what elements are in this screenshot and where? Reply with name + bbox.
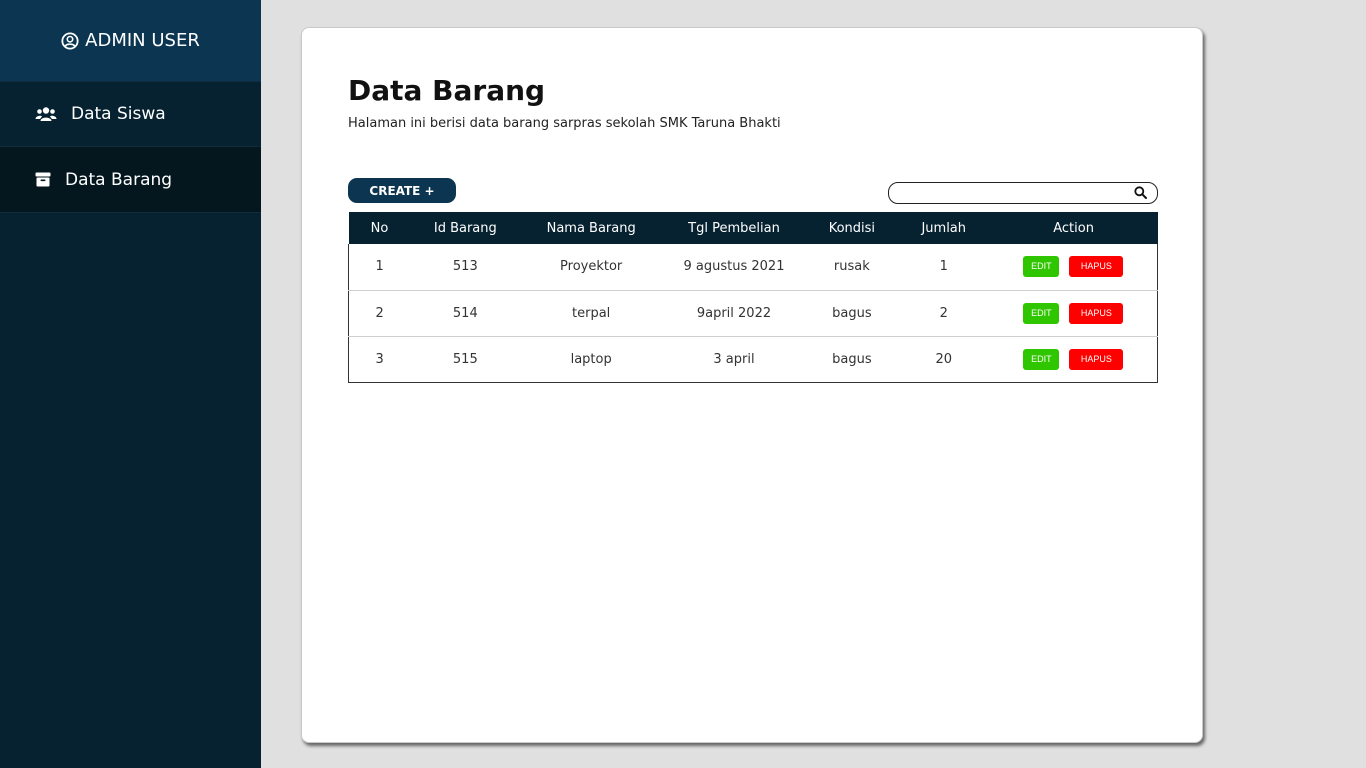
cell-tgl-pembelian: 9 agustus 2021 <box>662 244 806 291</box>
cell-kondisi: rusak <box>805 244 898 291</box>
cell-no: 3 <box>348 336 411 383</box>
table-row: 2 514 terpal 9april 2022 bagus 2 EDIT HAP… <box>348 290 1158 337</box>
col-header-kondisi: Kondisi <box>805 212 898 244</box>
sidebar: ADMIN USER Data Siswa Data Barang <box>0 0 261 768</box>
sidebar-item-data-barang[interactable]: Data Barang <box>0 147 261 213</box>
edit-button[interactable]: EDIT <box>1023 348 1060 370</box>
search-input[interactable] <box>899 185 1125 201</box>
col-header-no: No <box>348 212 411 244</box>
col-header-nama-barang: Nama Barang <box>520 212 663 244</box>
cell-action: EDIT HAPUS <box>989 336 1158 383</box>
cell-action: EDIT HAPUS <box>989 244 1158 291</box>
hapus-button[interactable]: HAPUS <box>1069 348 1124 370</box>
page-subtitle: Halaman ini berisi data barang sarpras s… <box>348 116 781 131</box>
cell-id-barang: 514 <box>410 290 521 337</box>
search-icon[interactable] <box>1134 186 1147 199</box>
sidebar-item-data-siswa[interactable]: Data Siswa <box>0 81 261 147</box>
cell-id-barang: 515 <box>410 336 521 383</box>
col-header-id-barang: Id Barang <box>410 212 521 244</box>
cell-jumlah: 1 <box>897 244 990 291</box>
table-header-row: No Id Barang Nama Barang Tgl Pembelian K… <box>348 212 1158 244</box>
col-header-tgl-pembelian: Tgl Pembelian <box>662 212 806 244</box>
user-header: ADMIN USER <box>0 0 261 81</box>
cell-no: 2 <box>348 290 411 337</box>
cell-kondisi: bagus <box>805 336 898 383</box>
search-box <box>888 182 1158 204</box>
hapus-button[interactable]: HAPUS <box>1069 302 1124 324</box>
sidebar-item-label: Data Siswa <box>71 104 166 124</box>
cell-nama-barang: laptop <box>520 336 663 383</box>
cell-jumlah: 20 <box>897 336 990 383</box>
create-button[interactable]: CREATE + <box>348 178 456 203</box>
cell-tgl-pembelian: 9april 2022 <box>662 290 806 337</box>
col-header-jumlah: Jumlah <box>897 212 990 244</box>
cell-nama-barang: Proyektor <box>520 244 663 291</box>
cell-jumlah: 2 <box>897 290 990 337</box>
hapus-button[interactable]: HAPUS <box>1069 256 1124 278</box>
sidebar-item-label: Data Barang <box>65 169 173 190</box>
user-circle-icon <box>61 31 79 50</box>
box-icon <box>35 172 51 187</box>
page-title: Data Barang <box>348 74 546 107</box>
user-label: ADMIN USER <box>85 30 200 51</box>
edit-button[interactable]: EDIT <box>1023 256 1060 278</box>
cell-action: EDIT HAPUS <box>989 290 1158 337</box>
table-row: 3 515 laptop 3 april bagus 20 EDIT HAPUS <box>348 336 1158 383</box>
edit-button[interactable]: EDIT <box>1023 302 1060 324</box>
cell-id-barang: 513 <box>410 244 521 291</box>
cell-nama-barang: terpal <box>520 290 663 337</box>
cell-tgl-pembelian: 3 april <box>662 336 806 383</box>
cell-no: 1 <box>348 244 411 291</box>
data-table: No Id Barang Nama Barang Tgl Pembelian K… <box>348 212 1158 383</box>
cell-kondisi: bagus <box>805 290 898 337</box>
table-row: 1 513 Proyektor 9 agustus 2021 rusak 1 E… <box>348 244 1158 291</box>
col-header-action: Action <box>989 212 1158 244</box>
content-card: Data Barang Halaman ini berisi data bara… <box>301 27 1203 743</box>
users-icon <box>35 106 57 122</box>
